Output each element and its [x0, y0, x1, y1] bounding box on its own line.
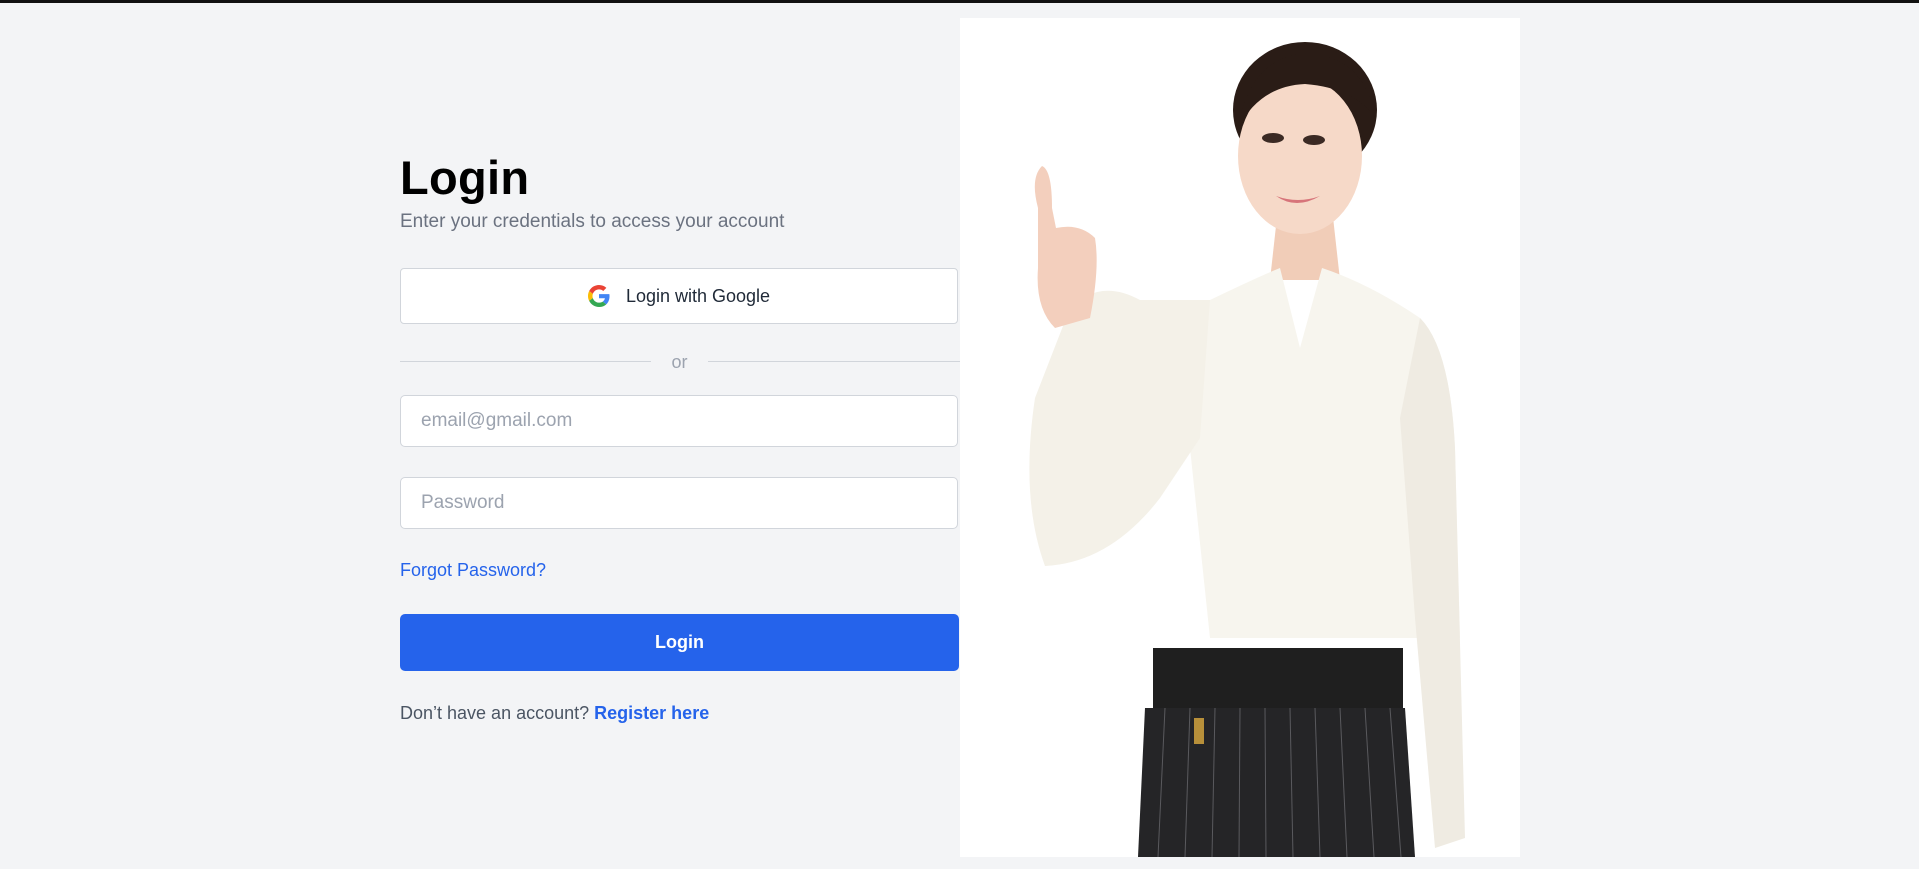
page-title: Login: [400, 151, 530, 204]
google-login-label: Login with Google: [625, 285, 771, 306]
top-border: [0, 0, 1919, 3]
divider-line-left: [400, 361, 651, 362]
register-prompt-row: Don’t have an account? Register here: [400, 703, 709, 724]
email-field[interactable]: [400, 395, 958, 447]
login-button[interactable]: Login: [400, 614, 959, 671]
register-prompt-text: Don’t have an account?: [400, 703, 590, 723]
hero-image: [960, 18, 1520, 857]
page-subtitle: Enter your credentials to access your ac…: [400, 211, 785, 232]
password-field[interactable]: [400, 477, 958, 529]
forgot-password-link[interactable]: Forgot Password?: [400, 560, 546, 581]
login-form: Login Enter your credentials to access y…: [400, 150, 960, 723]
register-link[interactable]: Register here: [594, 703, 709, 723]
divider-line-right: [708, 361, 960, 362]
or-divider: or: [400, 350, 960, 374]
google-login-button[interactable]: Login with Google: [400, 268, 958, 324]
divider-text: or: [671, 352, 688, 372]
google-icon: [587, 285, 610, 307]
woman-pointing-up-illustration: [960, 18, 1520, 857]
